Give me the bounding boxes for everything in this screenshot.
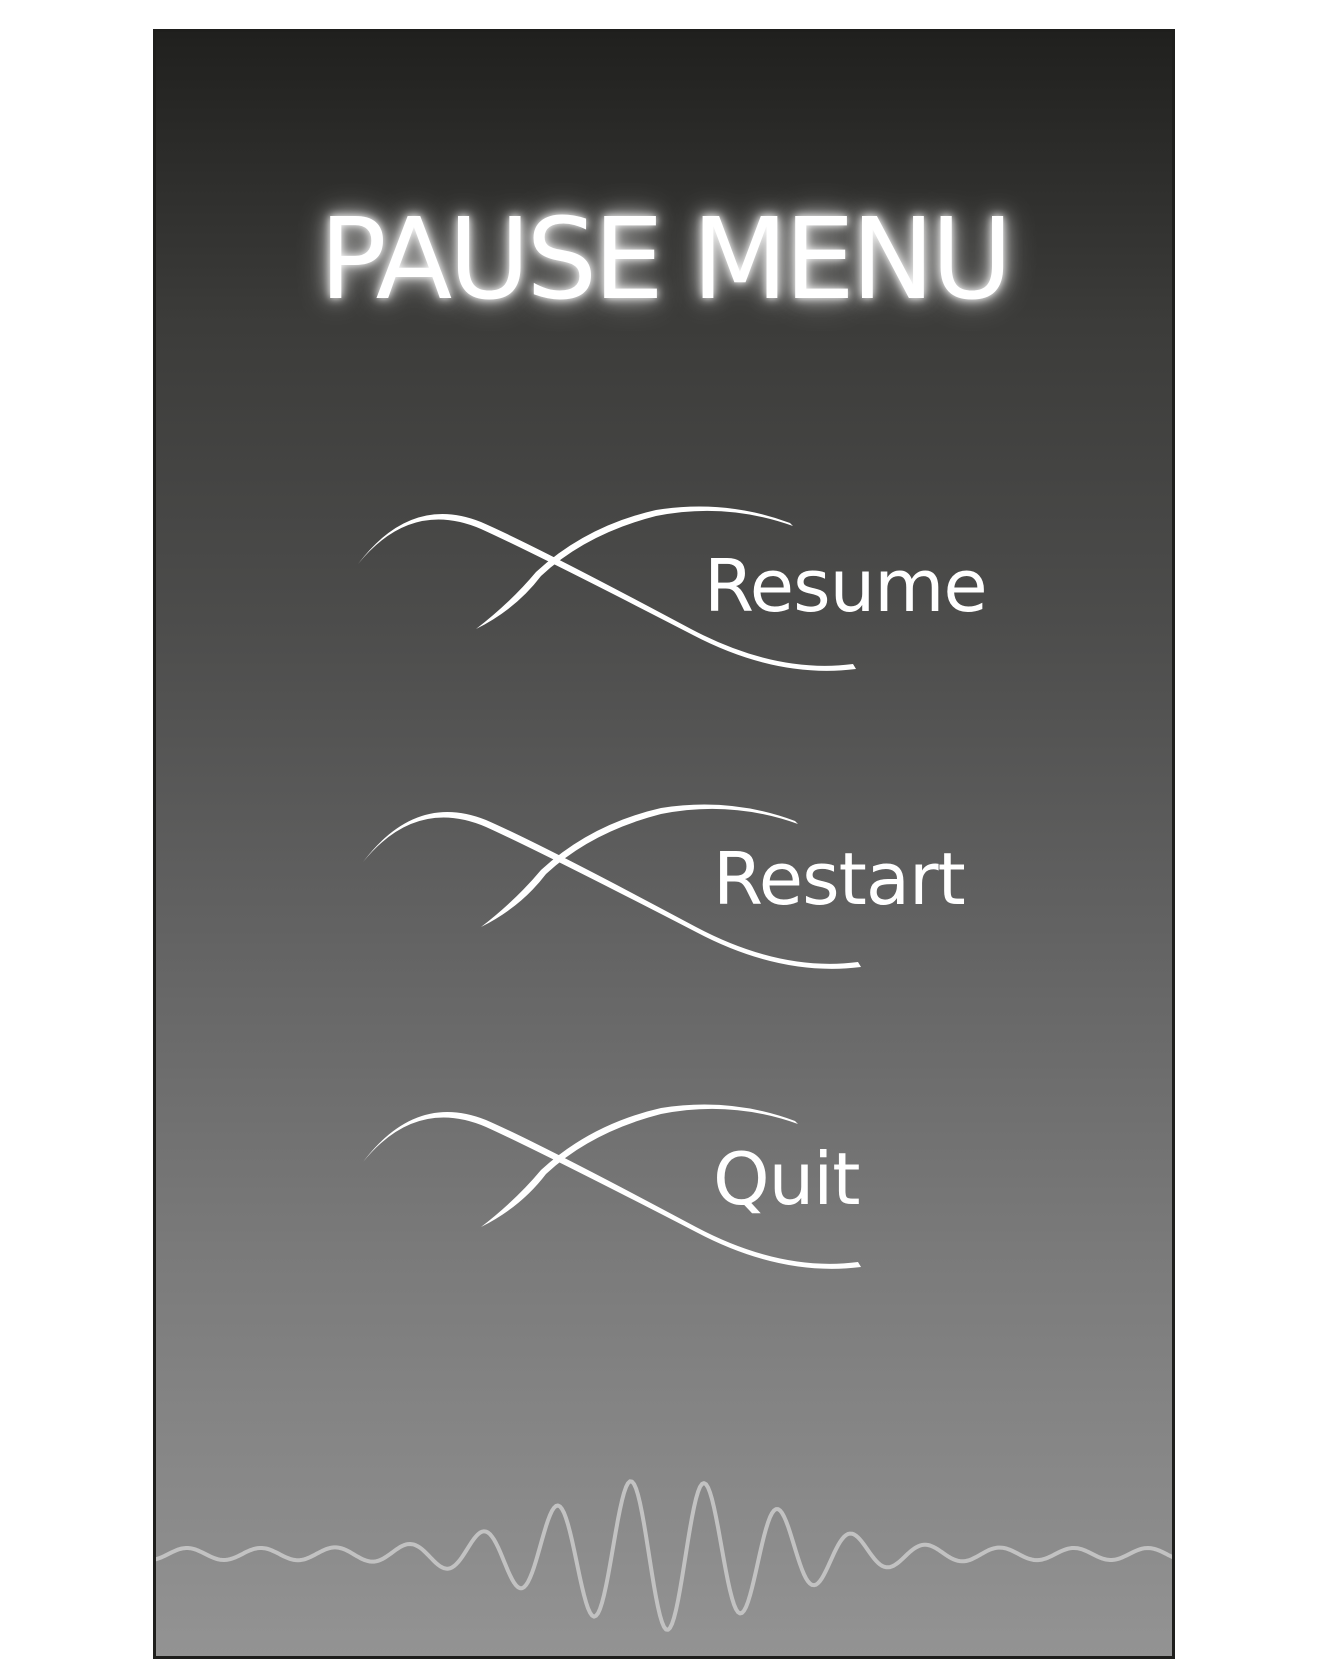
restart-label: Restart — [713, 837, 966, 921]
pause-menu-title: PAUSE MENU — [319, 195, 1013, 325]
page: PAUSE MENU Resume Restart Quit — [0, 0, 1329, 1666]
quit-button[interactable]: Quit — [361, 1102, 981, 1312]
sound-wave-icon — [156, 1479, 1172, 1632]
crossed-swoosh-icon — [363, 1104, 861, 1269]
quit-label: Quit — [713, 1137, 861, 1221]
restart-button[interactable]: Restart — [361, 802, 1001, 1012]
resume-label: Resume — [704, 544, 988, 628]
resume-button[interactable]: Resume — [356, 504, 988, 714]
pause-menu-panel: PAUSE MENU Resume Restart Quit — [153, 29, 1175, 1659]
